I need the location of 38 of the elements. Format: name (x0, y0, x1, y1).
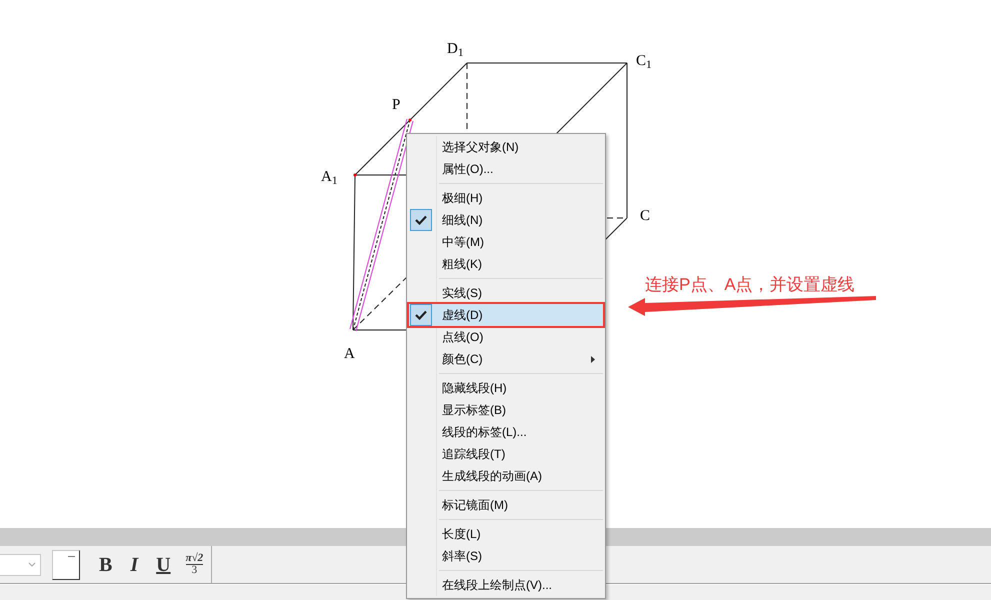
menu-item[interactable]: 虚线(D) (409, 304, 603, 326)
underline-button[interactable]: U (151, 550, 176, 580)
menu-item[interactable]: 极细(H) (409, 187, 603, 209)
menu-item[interactable]: 属性(O)... (409, 158, 603, 180)
point-label: C$_{1}$ (636, 52, 652, 70)
menu-item[interactable]: 细线(N) (409, 209, 603, 231)
annotation-text: 连接P点、A点，并设置虚线 (645, 274, 855, 296)
menu-item[interactable]: 线段的标签(L)... (409, 421, 603, 443)
point-label: C (640, 207, 650, 225)
menu-item[interactable]: 中等(M) (409, 231, 603, 253)
menu-item[interactable]: 颜色(C) (409, 348, 603, 370)
point-label: D$_{1}$ (447, 40, 464, 58)
menu-item[interactable]: 标记镜面(M) (409, 494, 603, 516)
point-label: A (344, 345, 355, 363)
point-label: P (392, 96, 400, 114)
chevron-down-icon (28, 562, 36, 568)
menu-item[interactable]: 显示标签(B) (409, 399, 603, 421)
bold-button[interactable]: B (94, 550, 118, 580)
point-marker[interactable] (354, 174, 356, 176)
menu-item[interactable]: 生成线段的动画(A) (409, 465, 603, 487)
check-icon (410, 209, 432, 231)
check-icon (410, 304, 432, 326)
selected-segment[interactable] (350, 118, 414, 332)
menu-item[interactable]: 粗线(K) (409, 253, 603, 275)
menu-item[interactable]: 长度(L) (409, 523, 603, 545)
italic-button[interactable]: I (125, 550, 144, 580)
menu-item[interactable]: 斜率(S) (409, 545, 603, 567)
point-marker[interactable] (408, 118, 412, 122)
submenu-arrow-icon (591, 356, 595, 363)
menu-item[interactable]: 实线(S) (409, 282, 603, 304)
point-label: A$_{1}$ (321, 168, 338, 186)
menu-item[interactable]: 隐藏线段(H) (409, 377, 603, 399)
menu-item[interactable]: 追踪线段(T) (409, 443, 603, 465)
color-picker-button[interactable] (52, 550, 80, 580)
menu-item[interactable]: 点线(O) (409, 326, 603, 348)
menu-item[interactable]: 选择父对象(N) (409, 136, 603, 158)
menu-item[interactable]: 在线段上绘制点(V)... (409, 574, 603, 596)
formula-button[interactable]: π√2 3 (184, 553, 206, 576)
